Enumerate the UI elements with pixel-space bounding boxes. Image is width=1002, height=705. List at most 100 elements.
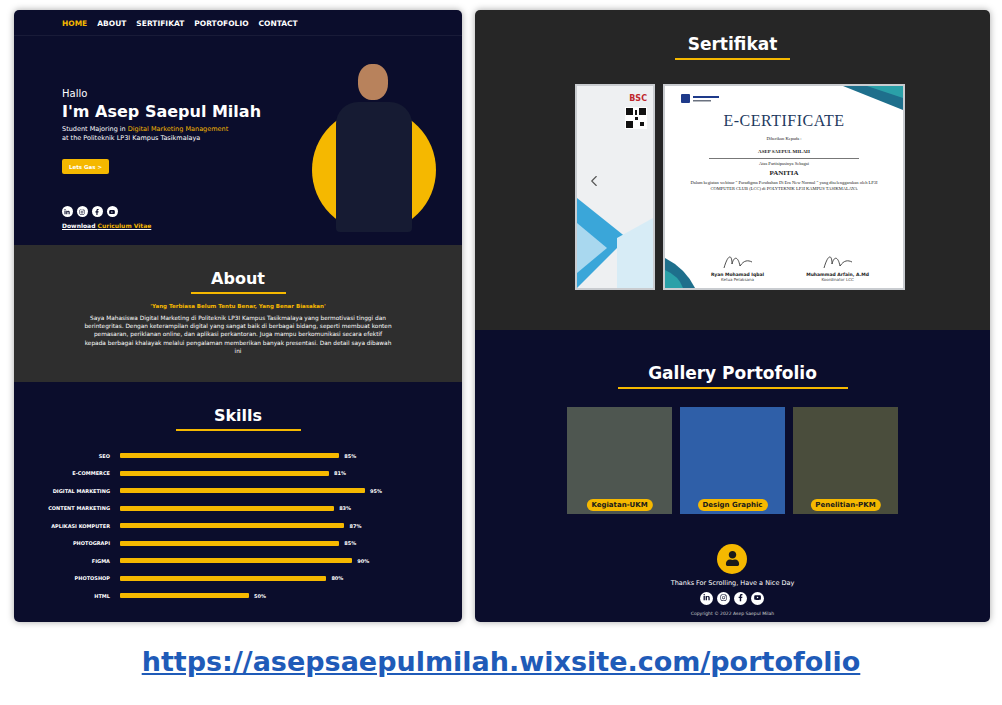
gallery-card[interactable]: Design Graphic — [680, 407, 785, 514]
certificate-recipient: ASEP SAEPUL MILAH — [758, 149, 810, 156]
youtube-icon[interactable] — [751, 592, 764, 605]
corner-decoration-icon — [833, 86, 903, 110]
nav-item[interactable]: ABOUT — [97, 19, 126, 35]
bsc-logo: BSC — [629, 94, 647, 103]
skills-title: Skills — [214, 406, 262, 425]
nav-item[interactable]: SERTIFIKAT — [136, 19, 184, 35]
signatory-name: Muhammad Arfain, A.Md — [806, 272, 869, 277]
skill-name: E-COMMERCE — [20, 470, 120, 476]
about-title: About — [211, 269, 265, 288]
previous-certificate[interactable]: BSC — [575, 84, 655, 290]
skill-row: DIGITAL MARKETING 95% — [20, 488, 462, 494]
about-quote: 'Yang Terbiasa Belum Tentu Benar, Yang B… — [150, 303, 325, 309]
skill-name: CONTENT MARKETING — [20, 505, 120, 511]
signatory-position: Koordinator LCC — [821, 277, 853, 282]
youtube-icon[interactable] — [107, 206, 118, 217]
skill-bar — [120, 506, 334, 511]
portfolio-screenshot: SertifikatBSCE-CERTIFICATEDiberikan Kepa… — [475, 10, 990, 622]
nav-item[interactable]: HOME — [62, 19, 87, 35]
profile-photo — [308, 44, 440, 244]
download-cv-link[interactable]: Download Curiculum Vitae — [62, 222, 261, 229]
signatory: Muhammad Arfain, A.MdKoordinator LCC — [806, 252, 869, 282]
institution-logo-icon — [681, 94, 721, 104]
certificate-participation: Atas Partisipasinya Sebagai — [759, 161, 809, 167]
certificate-heading: E-CERTIFICATE — [723, 112, 844, 130]
certificate-given-to: Diberikan Kepada : — [766, 136, 801, 142]
signatory: Ryan Mohamad IqbalKetua Pelaksana — [711, 252, 764, 282]
greeting: Hallo — [62, 88, 261, 99]
skill-bar — [120, 471, 329, 476]
social-links — [700, 592, 764, 605]
certificate-section: SertifikatBSCE-CERTIFICATEDiberikan Kepa… — [475, 10, 990, 330]
signatory-position: Ketua Pelaksana — [721, 277, 754, 282]
skill-name: SEO — [20, 453, 120, 459]
nav-item[interactable]: PORTOFOLIO — [194, 19, 248, 35]
previous-arrow-icon[interactable] — [585, 172, 603, 190]
certificate-decoration-icon — [577, 178, 653, 288]
footer-message: Thanks For Scrolling, Have a Nice Day — [671, 579, 795, 587]
skill-name: DIGITAL MARKETING — [20, 488, 120, 494]
skill-reading: 87% — [349, 523, 361, 529]
skill-row: E-COMMERCE 81% — [20, 470, 462, 476]
title-underline — [191, 292, 286, 294]
skill-row: FIGMA 90% — [20, 558, 462, 564]
signature-row: Ryan Mohamad IqbalKetua Pelaksana Muhamma… — [681, 252, 887, 282]
skill-name: APLIKASI KOMPUTER — [20, 523, 120, 529]
signatory-name: Ryan Mohamad Iqbal — [711, 272, 764, 277]
skill-reading: 85% — [344, 453, 356, 459]
skill-reading: 81% — [334, 470, 346, 476]
recipient-line — [709, 158, 859, 159]
gallery-title: Gallery Portofolio — [648, 363, 817, 383]
skill-bar — [120, 576, 326, 581]
gallery-label: Penelitian-PKM — [810, 499, 880, 511]
nav-item[interactable]: CONTACT — [259, 19, 298, 35]
skill-reading: 90% — [357, 558, 369, 564]
skill-row: PHOTOGRAPI85% — [20, 540, 462, 546]
facebook-icon[interactable] — [92, 206, 103, 217]
gallery-card[interactable]: Penelitian-PKM — [793, 407, 898, 514]
skill-name: PHOTOSHOP — [20, 575, 120, 581]
signature-icon — [820, 252, 856, 272]
hero-subtitle: Student Majoring in Digital Marketing Ma… — [62, 125, 261, 143]
subtitle-highlight: Digital Marketing Management — [128, 125, 228, 133]
user-icon — [717, 544, 747, 574]
skill-name: FIGMA — [20, 558, 120, 564]
skill-bar — [120, 453, 339, 458]
linkedin-icon[interactable] — [62, 206, 73, 217]
skill-bar — [120, 593, 249, 598]
skills-section: Skills SEO 85% E-COMMERCE 81% DIGITAL MARKETI… — [14, 382, 462, 622]
title-underline — [675, 58, 790, 60]
linkedin-icon[interactable] — [700, 592, 713, 605]
photo-figure — [336, 102, 412, 232]
hero-button[interactable]: Lets Gas > — [62, 159, 109, 174]
skill-row: CONTENT MARKETING 83% — [20, 505, 462, 511]
certificate-description: Dalam kegiatan webinar " Paradigma Perub… — [684, 180, 884, 192]
skill-reading: 83% — [339, 505, 351, 511]
skill-reading: 95% — [370, 488, 382, 494]
facebook-icon[interactable] — [734, 592, 747, 605]
instagram-icon[interactable] — [77, 206, 88, 217]
skill-reading: 50% — [254, 593, 266, 599]
skill-list: SEO 85% E-COMMERCE 81% DIGITAL MARKETING 95% C… — [14, 431, 462, 599]
copyright: Copyright © 2022 Asep Saepul Milah — [691, 611, 774, 616]
hero-name: I'm Asep Saepul Milah — [62, 102, 261, 121]
skill-row: HTML 50% — [20, 593, 462, 599]
gallery-card[interactable]: Kegiatan-UKM — [567, 407, 672, 514]
skill-name: HTML — [20, 593, 120, 599]
portfolio-link[interactable]: https://asepsaepulmilah.wixsite.com/port… — [142, 646, 861, 677]
certificate-role: PANITIA — [769, 169, 798, 178]
certificate-card[interactable]: E-CERTIFICATE Diberikan Kepada : ASEP SAEP… — [663, 84, 905, 290]
instagram-icon[interactable] — [717, 592, 730, 605]
download-cv-highlight: Curiculum Vitae — [98, 222, 152, 229]
screenshots: HOMEABOUTSERTIFIKATPORTOFOLIOCONTACTHall… — [0, 0, 1002, 622]
skill-bar — [120, 488, 365, 493]
skill-reading: 80% — [331, 575, 343, 581]
nav-bar: HOME ABOUT SERTIFIKAT PORTOFOLIO CONTACT — [14, 10, 462, 36]
page: HOMEABOUTSERTIFIKATPORTOFOLIOCONTACTHall… — [0, 0, 1002, 705]
signature-icon — [720, 252, 756, 272]
wave-decoration-icon — [665, 248, 725, 288]
hero-body: Hallo I'm Asep Saepul Milah Student Majori… — [14, 36, 462, 245]
skill-reading: 85% — [344, 540, 356, 546]
skill-bar — [120, 558, 352, 563]
title-underline — [176, 429, 301, 431]
